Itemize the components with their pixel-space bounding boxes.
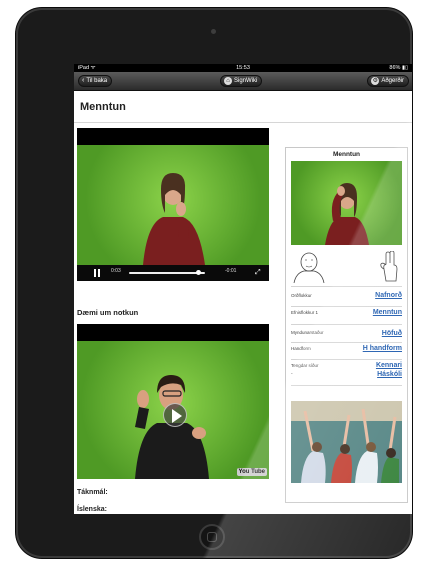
home-button[interactable] <box>199 524 225 550</box>
youtube-logo: You Tube <box>236 468 267 476</box>
signwiki-button[interactable]: ⌂ SignWiki <box>220 75 263 87</box>
info-key: Efnisflokkur 1 <box>291 310 319 315</box>
video-controls: 0:03 -0:01 ⤢ <box>77 265 269 281</box>
location-diagram-icon <box>293 252 325 283</box>
info-link[interactable]: Nafnorð <box>375 292 402 300</box>
sign-info-panel: Menntun Orðflokkur Nafnorð Efnisflokkur … <box>285 147 408 503</box>
video-frame <box>77 145 269 265</box>
icelandic-label: Íslenska: <box>77 506 107 513</box>
signwiki-label: SignWiki <box>234 78 258 84</box>
info-key-continued: - <box>291 371 293 377</box>
title-divider <box>74 122 412 123</box>
info-link[interactable]: Menntun <box>373 309 402 317</box>
page-title: Menntun <box>80 101 126 113</box>
seek-knob[interactable] <box>196 270 202 275</box>
info-row: Handform H handform <box>291 344 402 360</box>
example-video[interactable]: You Tube <box>77 324 269 479</box>
handshape-diagram-icon <box>380 251 398 282</box>
battery-label: 86% ▮▯ <box>389 65 408 71</box>
panel-title: Menntun <box>332 151 361 158</box>
info-link[interactable]: H handform <box>363 345 402 353</box>
chevron-left-icon: ‹ <box>82 77 85 84</box>
info-key: Myndunarstaður <box>291 330 324 335</box>
pause-icon[interactable] <box>94 269 101 277</box>
back-button-label: Til baka <box>86 78 108 84</box>
examples-heading: Dæmi um notkun <box>77 308 139 317</box>
info-link[interactable]: Höfuð <box>382 330 402 338</box>
info-key: Handform <box>291 346 311 351</box>
back-button[interactable]: ‹ Til baka <box>78 75 113 87</box>
status-bar: iPad ᯤ 15:53 86% ▮▯ <box>74 64 412 72</box>
info-key: Orðflokkur <box>291 293 312 298</box>
thumbnail-signer-figure <box>325 183 369 245</box>
gear-icon: ⚙ <box>371 77 380 85</box>
remaining-time: -0:01 <box>225 268 237 274</box>
signer-figure <box>143 173 205 265</box>
play-icon[interactable] <box>163 403 187 427</box>
clock: 15:53 <box>236 65 250 71</box>
info-row: Myndunarstaður Höfuð <box>291 326 402 343</box>
panel-divider <box>291 286 402 287</box>
main-video[interactable]: 0:03 -0:01 ⤢ <box>77 128 269 281</box>
nav-bar: ‹ Til baka ⌂ SignWiki ⚙ Aðgerðir <box>74 72 412 91</box>
home-icon: ⌂ <box>224 77 232 85</box>
info-key: Tengdar síður <box>291 363 319 368</box>
screen: iPad ᯤ 15:53 86% ▮▯ ‹ Til baka ⌂ SignWik… <box>74 64 412 514</box>
info-link[interactable]: Háskóli <box>377 371 402 379</box>
classroom-illustration <box>291 401 402 483</box>
actions-label: Aðgerðir <box>381 78 404 84</box>
page-content: Menntun 0:03 -0:01 ⤢ Dæmi um notkun You … <box>74 91 412 514</box>
ipad-frame: iPad ᯤ 15:53 86% ▮▯ ‹ Til baka ⌂ SignWik… <box>16 8 412 558</box>
info-row: Tengdar síður - Kennari Háskóli <box>291 361 402 386</box>
sign-language-label: Táknmál: <box>77 489 108 496</box>
example-video-frame: You Tube <box>77 341 269 479</box>
info-row: Orðflokkur Nafnorð <box>291 291 402 307</box>
related-image[interactable] <box>291 401 402 483</box>
info-link[interactable]: Kennari <box>376 362 402 370</box>
seek-bar[interactable] <box>129 272 205 274</box>
fullscreen-icon[interactable]: ⤢ <box>255 269 263 277</box>
actions-button[interactable]: ⚙ Aðgerðir <box>367 75 409 87</box>
sign-thumbnail[interactable] <box>291 161 402 245</box>
elapsed-time: 0:03 <box>111 268 121 274</box>
info-row: Efnisflokkur 1 Menntun <box>291 308 402 325</box>
camera-icon <box>211 29 216 34</box>
